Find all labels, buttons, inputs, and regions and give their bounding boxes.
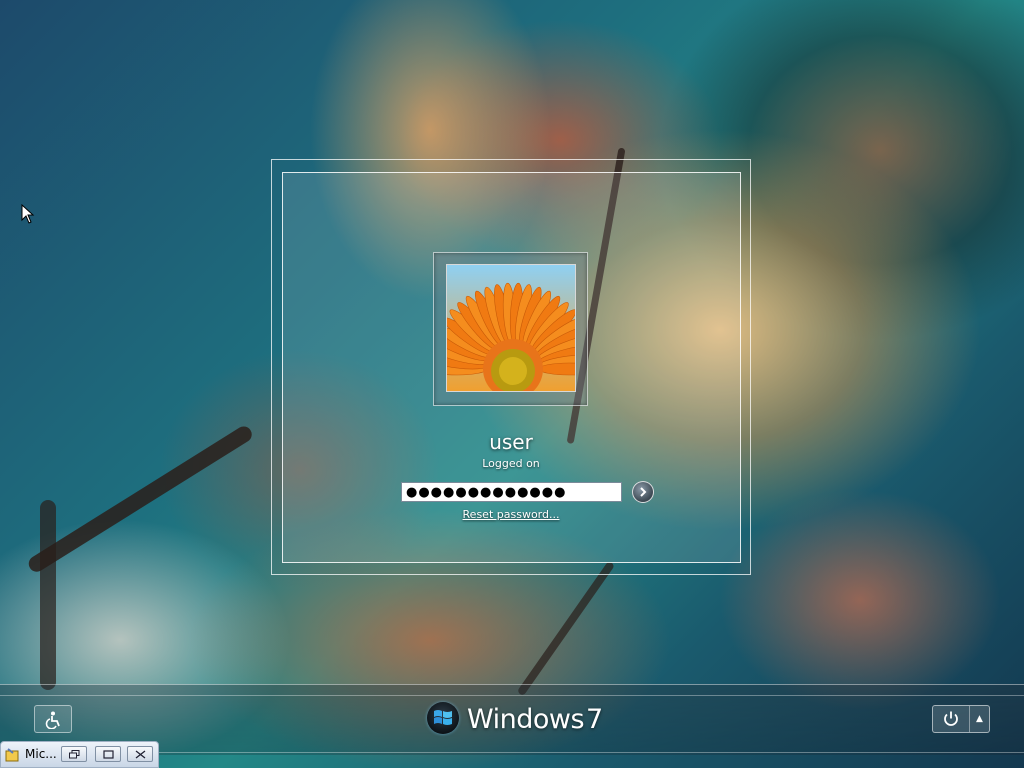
- username-label: user: [489, 430, 533, 454]
- triangle-up-icon: ▲: [976, 714, 983, 724]
- submit-button[interactable]: [632, 481, 654, 503]
- background-branch: [40, 500, 56, 690]
- brand-version: 7: [586, 704, 603, 735]
- login-status: Logged on: [482, 457, 540, 470]
- power-controls: ▲: [932, 705, 990, 733]
- shutdown-options-button[interactable]: ▲: [970, 706, 989, 732]
- password-input[interactable]: [401, 482, 622, 502]
- restore-icon: [69, 750, 80, 759]
- shut-down-button[interactable]: [933, 706, 970, 732]
- close-button[interactable]: [127, 746, 153, 762]
- ease-of-access-button[interactable]: [34, 705, 72, 733]
- user-avatar: [446, 264, 576, 392]
- brand-name: Windows: [467, 704, 585, 735]
- windows-flag-icon: [434, 710, 452, 725]
- mouse-pointer-icon: [21, 204, 35, 224]
- reset-password-link[interactable]: Reset password...: [420, 508, 602, 521]
- maximize-button[interactable]: [95, 746, 121, 762]
- windows-brand: Windows7: [467, 702, 603, 738]
- windows-logo: [427, 702, 459, 734]
- minimized-window[interactable]: Mic...: [0, 741, 159, 768]
- power-icon: [944, 711, 958, 726]
- minimized-window-title: Mic...: [25, 747, 57, 761]
- app-icon: [5, 748, 19, 762]
- background-branch: [25, 423, 255, 575]
- close-icon: [135, 750, 146, 759]
- maximize-icon: [103, 750, 114, 759]
- arrow-right-icon: [640, 487, 647, 497]
- accessibility-icon: [45, 711, 60, 729]
- restore-button[interactable]: [61, 746, 87, 762]
- background-branch: [516, 560, 616, 697]
- divider: [0, 695, 1024, 696]
